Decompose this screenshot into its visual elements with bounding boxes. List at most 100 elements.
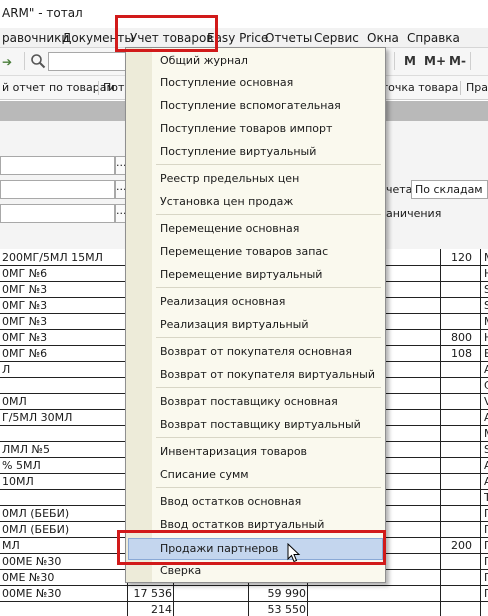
table-row[interactable]: 00МЕ №30 17 536 59 990 Г (0, 586, 488, 602)
table-cell-name: 00МЕ №30 (2, 555, 62, 568)
table-cell-qty (442, 586, 472, 602)
report-type-select[interactable]: По складам (411, 180, 488, 199)
table-cell-name: 0МГ №3 (2, 283, 48, 296)
table-cell-name: 0МГ №3 (2, 299, 48, 312)
table-cell-name: 00МЕ №30 (2, 587, 62, 600)
table-row[interactable]: 214 53 550 (0, 602, 488, 616)
table-cell-name: 0МЛ (БЕБИ) (2, 523, 70, 536)
table-cell-name: 0МЛ (БЕБИ) (2, 507, 70, 520)
link-separator (98, 81, 99, 95)
table-cell-qty: 200 (451, 539, 472, 552)
table-cell-tail: Г (484, 507, 488, 520)
table-cell-name: 0МГ №6 (2, 267, 48, 280)
dropdown-item-inventory[interactable]: Инвентаризация товаров (160, 445, 307, 458)
table-cell-tail: Е (484, 347, 488, 360)
memory-minus-button[interactable]: M- (449, 54, 466, 68)
table-cell-tail: V (484, 395, 488, 408)
main-menubar: равочники Документы Учет товаров Easy Pr… (0, 28, 488, 76)
table-cell-tail (484, 602, 488, 616)
table-cell-name: Г/5МЛ 30МЛ (2, 411, 73, 424)
dropdown-item-transfer-virtual[interactable]: Перемещение виртуальный (160, 268, 322, 281)
dropdown-item-sales-main[interactable]: Реализация основная (160, 295, 285, 308)
table-cell-tail: А (484, 411, 488, 424)
dropdown-item-reconciliation[interactable]: Сверка (160, 564, 201, 577)
dropdown-icon-gutter (126, 48, 152, 582)
link-goods-card[interactable]: оточка товара (375, 81, 458, 94)
dropdown-item-set-sale-prices[interactable]: Установка цен продаж (160, 195, 293, 208)
dropdown-item-transfer-reserve[interactable]: Перемещение товаров запас (160, 245, 328, 258)
table-cell-qty (442, 314, 472, 330)
dropdown-separator (156, 287, 381, 288)
window-titlebar: ARM" - тотал (0, 0, 488, 28)
dropdown-item-return-to-supplier-virtual[interactable]: Возврат поставщику виртуальный (160, 418, 361, 431)
toolbar-separator (470, 52, 471, 70)
link-separator (460, 81, 461, 95)
table-cell-name: 200МГ/5МЛ 15МЛ (2, 251, 103, 264)
table-cell-qty (442, 282, 472, 298)
dropdown-item-general-journal[interactable]: Общий журнал (160, 54, 248, 67)
table-cell-qty (442, 426, 472, 442)
table-cell-name (2, 602, 126, 616)
dropdown-item-return-from-customer-main[interactable]: Возврат от покупателя основная (160, 345, 352, 358)
table-cell-qty (442, 522, 472, 538)
dropdown-item-transfer-main[interactable]: Перемещение основная (160, 222, 299, 235)
table-cell-tail: Т (484, 491, 488, 504)
table-cell-qty (442, 474, 472, 490)
table-cell-name: 0МГ №3 (2, 315, 48, 328)
filter-field-1[interactable] (0, 156, 115, 175)
table-column-divider (480, 249, 481, 616)
table-cell-qty: 120 (451, 251, 472, 264)
table-cell-c2: 53 550 (267, 603, 307, 616)
table-cell-qty (442, 490, 472, 506)
table-cell-qty (442, 602, 472, 616)
menu-reports[interactable]: Отчеты (265, 31, 312, 45)
goods-accounting-dropdown: Общий журнал Поступление основная Поступле… (125, 47, 386, 583)
menu-help[interactable]: Справка (407, 31, 460, 45)
annotation-box-menu (115, 15, 218, 52)
memory-plus-button[interactable]: M+ (424, 54, 446, 68)
table-cell-c1: 17 536 (133, 587, 173, 600)
table-cell-tail: А (484, 459, 488, 472)
toolbar-separator (394, 52, 395, 70)
menu-service[interactable]: Сервис (314, 31, 359, 45)
dropdown-item-write-off[interactable]: Списание сумм (160, 468, 249, 481)
table-cell-tail: М (484, 314, 488, 330)
dropdown-item-sales-virtual[interactable]: Реализация виртуальный (160, 318, 308, 331)
dropdown-item-return-to-supplier-main[interactable]: Возврат поставщику основная (160, 395, 338, 408)
table-cell-qty (442, 570, 472, 586)
memory-button[interactable]: M (404, 54, 416, 68)
table-cell-name: 0МГ №6 (2, 347, 48, 360)
dropdown-item-opening-balance-main[interactable]: Ввод остатков основная (160, 495, 301, 508)
table-cell-qty: 800 (451, 331, 472, 344)
dropdown-separator (156, 437, 381, 438)
table-cell-name: МЛ (2, 539, 20, 552)
dropdown-separator (156, 487, 381, 488)
dropdown-item-return-from-customer-virtual[interactable]: Возврат от покупателя виртуальный (160, 368, 375, 381)
filter-field-2[interactable] (0, 180, 115, 199)
forward-arrow-icon[interactable]: ➔ (2, 55, 12, 69)
menu-windows[interactable]: Окна (367, 31, 399, 45)
table-cell-name: 0МЛ (2, 395, 27, 408)
restrictions-label: аничения (386, 207, 442, 220)
table-cell-tail: S (484, 443, 488, 456)
dropdown-item-receipt-import[interactable]: Поступление товаров импорт (160, 122, 332, 135)
table-cell-qty (442, 266, 472, 282)
search-input[interactable] (48, 52, 128, 71)
table-cell-qty (442, 410, 472, 426)
table-cell-qty (442, 506, 472, 522)
toolbar-separator (24, 52, 25, 70)
table-cell-tail: С (484, 379, 488, 392)
filter-field-3[interactable] (0, 204, 115, 223)
table-cell-tail: Н (484, 330, 488, 346)
dropdown-item-receipt-main[interactable]: Поступление основная (160, 76, 293, 89)
dropdown-item-receipt-virtual[interactable]: Поступление виртуальный (160, 145, 316, 158)
table-cell-tail: Г (484, 523, 488, 536)
dropdown-item-price-registry[interactable]: Реестр предельных цен (160, 172, 299, 185)
table-cell-qty (442, 554, 472, 570)
dropdown-item-receipt-aux[interactable]: Поступление вспомогательная (160, 99, 341, 112)
menu-directories[interactable]: равочники (2, 31, 69, 45)
link-pra[interactable]: Пра (466, 81, 488, 94)
dropdown-separator (156, 387, 381, 388)
table-cell-qty (442, 298, 472, 314)
search-icon[interactable] (30, 53, 46, 69)
